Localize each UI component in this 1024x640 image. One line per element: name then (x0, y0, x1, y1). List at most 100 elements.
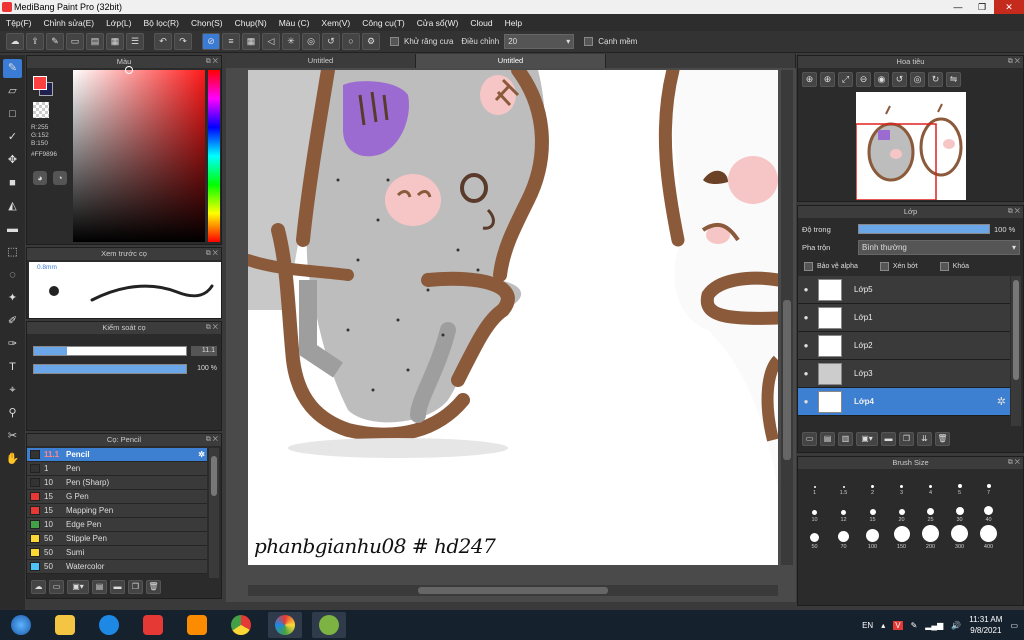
palette-icon[interactable]: ◕ (33, 171, 47, 185)
fill-rect-tool-icon[interactable]: ■ (3, 174, 22, 193)
drawing-canvas[interactable]: phanbgianhu08 # hd247 (248, 70, 778, 565)
panel-expand-icon[interactable]: ⧉ ✕ (1008, 56, 1020, 68)
start-button[interactable] (4, 612, 38, 638)
brush-tool-icon[interactable]: ✎ (3, 59, 22, 78)
antialias-checkbox[interactable] (390, 37, 399, 46)
canvas-vertical-scrollbar[interactable] (781, 70, 793, 565)
magic-wand-tool-icon[interactable]: ✦ (3, 289, 22, 308)
bucket-tool-icon[interactable]: ◭ (3, 197, 22, 216)
check-tool-icon[interactable]: ✓ (3, 128, 22, 147)
brush-size-option[interactable]: 200 (916, 523, 945, 550)
brush-size-option[interactable]: 2 (858, 469, 887, 496)
brush-size-option[interactable]: 1.5 (829, 469, 858, 496)
snap-radial-icon[interactable]: ✳ (282, 33, 300, 50)
layer-settings-icon[interactable]: ✲ (997, 395, 1006, 408)
brush-settings-icon[interactable]: ✲ (198, 450, 205, 459)
app-icon-orange[interactable] (180, 612, 214, 638)
layer-scrollbar[interactable] (1011, 276, 1021, 426)
navigator-thumbnail[interactable] (856, 92, 966, 200)
zoom-in-step-icon[interactable]: ⊕ (820, 72, 835, 87)
app-icon-red[interactable] (136, 612, 170, 638)
duplicate-icon[interactable]: ❐ (128, 580, 143, 594)
comment-icon[interactable]: ✎ (46, 33, 64, 50)
new-8bit-layer-icon[interactable]: ▥ (838, 432, 853, 446)
snap-circle-icon[interactable]: ◎ (302, 33, 320, 50)
rotate-left-icon[interactable]: ↺ (892, 72, 907, 87)
brush-size-option[interactable]: 20 (887, 496, 916, 523)
brush-size-option[interactable]: 4 (916, 469, 945, 496)
select-pen-tool-icon[interactable]: ✐ (3, 312, 22, 331)
visibility-eye-icon[interactable]: ● (798, 313, 814, 322)
menu-cloud[interactable]: Cloud (464, 18, 498, 28)
snap-grid-icon[interactable]: ▦ (242, 33, 260, 50)
medibang-icon[interactable] (268, 612, 302, 638)
delete-layer-icon[interactable]: 🗑 (935, 432, 950, 446)
minimize-button[interactable]: — (946, 0, 970, 14)
brush-item-pen-sharp[interactable]: 10 Pen (Sharp) (27, 476, 207, 490)
layer-opacity-slider[interactable] (858, 224, 990, 234)
duplicate-layer-icon[interactable]: ❐ (899, 432, 914, 446)
menu-help[interactable]: Help (499, 18, 528, 28)
wifi-icon[interactable]: ▂▄▆ (925, 621, 943, 630)
brush-item-stipple-pen[interactable]: 50 Stipple Pen (27, 532, 207, 546)
brush-size-option[interactable]: 50 (800, 523, 829, 550)
primary-color-swatch[interactable] (33, 76, 47, 90)
transparent-swatch[interactable] (33, 102, 49, 118)
close-button[interactable]: ✕ (994, 0, 1024, 14)
zoom-in-icon[interactable]: ⊕ (802, 72, 817, 87)
eyedropper-tool-icon[interactable]: ⚲ (3, 404, 22, 423)
brush-size-value[interactable]: 11.1 (191, 346, 217, 356)
new-layer-icon[interactable]: ▭ (802, 432, 817, 446)
snap-perspective-icon[interactable]: ◁ (262, 33, 280, 50)
layer-row[interactable]: ● Lớp3 (798, 360, 1010, 388)
clock[interactable]: 11:31 AM 9/8/2021 (969, 614, 1002, 636)
add-brush-icon[interactable]: ▭ (49, 580, 64, 594)
brush-item-watercolor[interactable]: 50 Watercolor (27, 560, 207, 574)
undo-icon[interactable]: ↶ (154, 33, 172, 50)
panel-expand-icon[interactable]: ⧉ ✕ (206, 434, 218, 446)
brush-size-option[interactable]: 10 (800, 496, 829, 523)
move-tool-icon[interactable]: ✥ (3, 151, 22, 170)
snap-curve-icon[interactable]: ↺ (322, 33, 340, 50)
layer-row[interactable]: ● Lớp1 (798, 304, 1010, 332)
menu-filter[interactable]: Bộ lọc(R) (138, 18, 185, 28)
file-explorer-icon[interactable] (48, 612, 82, 638)
new-file-icon[interactable]: ▤ (86, 33, 104, 50)
menu-snap[interactable]: Chụp(N) (229, 18, 273, 28)
brush-size-option[interactable]: 12 (829, 496, 858, 523)
panel-expand-icon[interactable]: ⧉ ✕ (206, 248, 218, 260)
brush-size-option[interactable]: 70 (829, 523, 858, 550)
soft-edge-checkbox[interactable] (584, 37, 594, 46)
brush-size-slider[interactable] (33, 346, 187, 356)
lock-checkbox[interactable] (939, 262, 949, 271)
brush-opacity-slider[interactable] (33, 364, 187, 374)
gradient-tool-icon[interactable]: ▬ (3, 220, 22, 239)
blend-mode-select[interactable]: Bình thường (858, 240, 1020, 255)
pen-icon[interactable]: ✎ (911, 621, 918, 630)
brush-size-option[interactable]: 7 (974, 469, 1003, 496)
layer-row[interactable]: ● Lớp5 (798, 276, 1010, 304)
hue-slider[interactable] (208, 70, 220, 242)
grid-icon[interactable]: ▦ (106, 33, 124, 50)
panel-expand-icon[interactable]: ⧉ ✕ (1008, 206, 1020, 218)
share-icon[interactable]: ⇪ (26, 33, 44, 50)
brush-item-pen[interactable]: 1 Pen (27, 462, 207, 476)
brush-list-icon[interactable]: ▤ (92, 580, 107, 594)
tab-untitled-2[interactable]: Untitled (416, 54, 606, 68)
rotate-right-icon[interactable]: ↻ (928, 72, 943, 87)
visibility-eye-icon[interactable]: ● (798, 341, 814, 350)
menu-tools[interactable]: Công cụ(T) (356, 18, 411, 28)
menu-select[interactable]: Chọn(S) (185, 18, 229, 28)
color-cursor[interactable] (125, 66, 133, 74)
cloud-brush-icon[interactable]: ☁ (31, 580, 46, 594)
chrome-icon[interactable] (224, 612, 258, 638)
text-tool-icon[interactable]: T (3, 358, 22, 377)
brush-size-option[interactable]: 300 (945, 523, 974, 550)
panel-expand-icon[interactable]: ⧉ ✕ (1008, 457, 1020, 469)
app-icon-green[interactable] (312, 612, 346, 638)
language-indicator[interactable]: EN (862, 621, 873, 630)
brush-size-option[interactable]: 3 (887, 469, 916, 496)
brush-item-g-pen[interactable]: 15 G Pen (27, 490, 207, 504)
brush-size-option[interactable]: 100 (858, 523, 887, 550)
redo-icon[interactable]: ↷ (174, 33, 192, 50)
